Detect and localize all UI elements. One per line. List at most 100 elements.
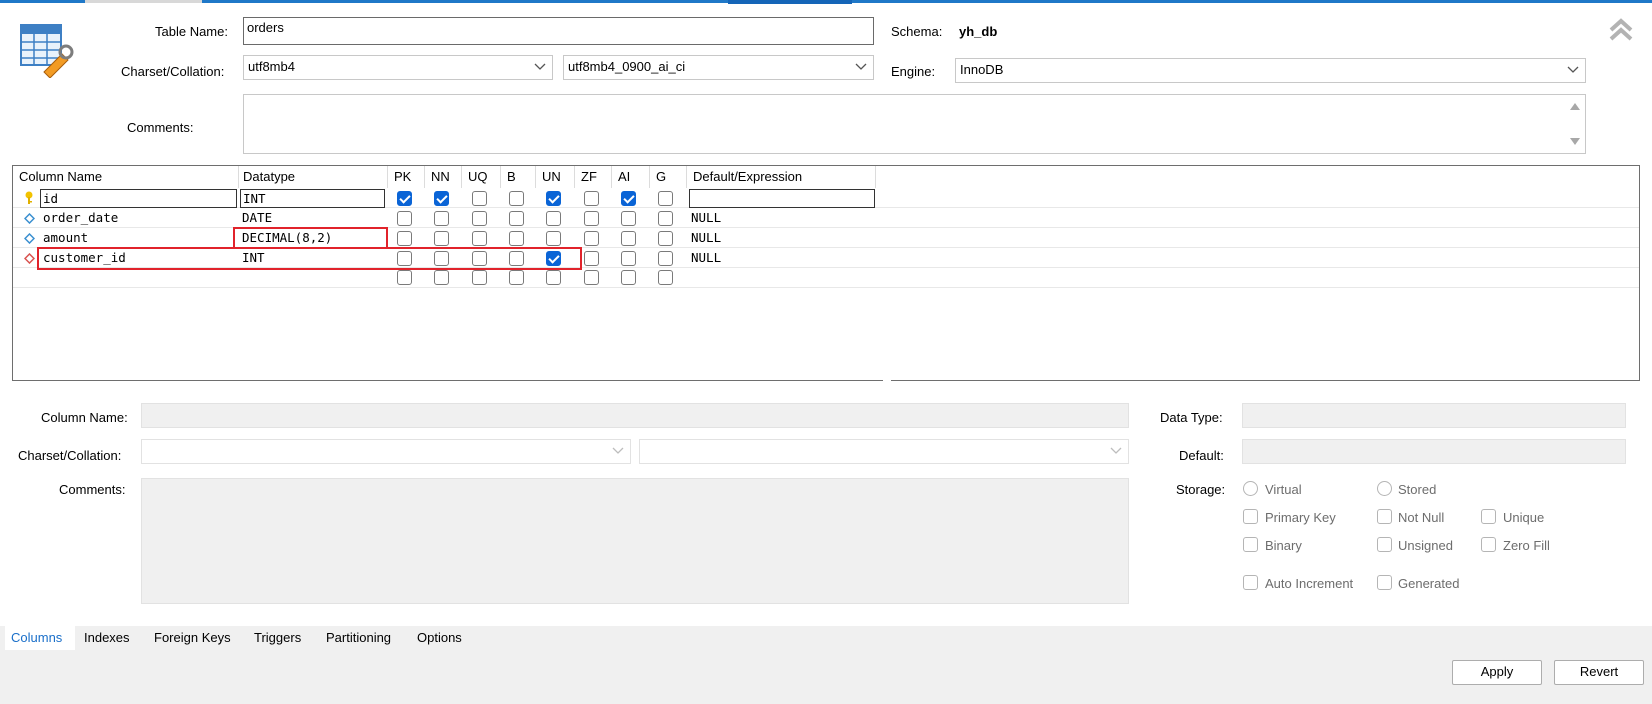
header-pk[interactable]: PK: [394, 169, 411, 184]
pk-checkbox[interactable]: [397, 191, 412, 206]
b-checkbox[interactable]: [509, 231, 524, 246]
b-checkbox[interactable]: [509, 191, 524, 206]
header-separator: [461, 166, 462, 188]
uq-checkbox[interactable]: [472, 191, 487, 206]
zf-checkbox[interactable]: [584, 251, 599, 266]
stored-radio[interactable]: [1377, 481, 1392, 496]
tab-partitioning[interactable]: Partitioning: [326, 630, 391, 645]
collapse-chevron-icon[interactable]: [1607, 16, 1635, 44]
g-checkbox[interactable]: [658, 211, 673, 226]
binary-label: Binary: [1265, 538, 1302, 553]
ai-checkbox[interactable]: [621, 251, 636, 266]
default-cell[interactable]: NULL: [691, 210, 721, 225]
virtual-radio[interactable]: [1243, 481, 1258, 496]
g-checkbox[interactable]: [658, 251, 673, 266]
nn-checkbox[interactable]: [434, 191, 449, 206]
primary-key-label: Primary Key: [1265, 510, 1336, 525]
pk-checkbox[interactable]: [397, 231, 412, 246]
table-name-input[interactable]: orders: [243, 17, 874, 45]
table-row[interactable]: id INT: [13, 188, 1639, 208]
binary-checkbox[interactable]: [1243, 537, 1258, 552]
zero-fill-checkbox[interactable]: [1481, 537, 1496, 552]
unsigned-checkbox[interactable]: [1377, 537, 1392, 552]
tab-foreign-keys[interactable]: Foreign Keys: [154, 630, 231, 645]
nn-checkbox[interactable]: [434, 270, 449, 285]
unique-checkbox[interactable]: [1481, 509, 1496, 524]
revert-button[interactable]: Revert: [1554, 660, 1644, 685]
zf-checkbox[interactable]: [584, 270, 599, 285]
detail-default-input[interactable]: [1242, 439, 1626, 464]
datatype-input[interactable]: INT: [240, 189, 385, 208]
ai-checkbox[interactable]: [621, 231, 636, 246]
ai-checkbox[interactable]: [621, 211, 636, 226]
splitter-handle[interactable]: [883, 377, 891, 382]
header-separator: [535, 166, 536, 188]
tab-indexes[interactable]: Indexes: [84, 630, 130, 645]
primary-key-checkbox[interactable]: [1243, 509, 1258, 524]
table-row-new[interactable]: [13, 268, 1639, 288]
default-cell[interactable]: NULL: [691, 250, 721, 265]
header-b[interactable]: B: [507, 169, 516, 184]
zf-checkbox[interactable]: [584, 211, 599, 226]
default-input[interactable]: [689, 189, 875, 208]
uq-checkbox[interactable]: [472, 231, 487, 246]
virtual-label: Virtual: [1265, 482, 1302, 497]
un-checkbox[interactable]: [546, 270, 561, 285]
engine-select[interactable]: InnoDB: [955, 58, 1586, 83]
nn-checkbox[interactable]: [434, 231, 449, 246]
table-comments-textarea[interactable]: [243, 94, 1586, 154]
generated-checkbox[interactable]: [1377, 575, 1392, 590]
apply-button[interactable]: Apply: [1452, 660, 1542, 685]
header-nn[interactable]: NN: [431, 169, 450, 184]
tab-options[interactable]: Options: [417, 630, 462, 645]
header-datatype[interactable]: Datatype: [243, 169, 295, 184]
tab-triggers[interactable]: Triggers: [254, 630, 301, 645]
pk-checkbox[interactable]: [397, 270, 412, 285]
detail-charset-select[interactable]: [141, 439, 631, 464]
auto-increment-checkbox[interactable]: [1243, 575, 1258, 590]
un-checkbox[interactable]: [546, 231, 561, 246]
header-ai[interactable]: AI: [618, 169, 630, 184]
b-checkbox[interactable]: [509, 270, 524, 285]
table-row[interactable]: order_date DATE NULL: [13, 208, 1639, 228]
header-column-name[interactable]: Column Name: [19, 169, 102, 184]
header-g[interactable]: G: [656, 169, 666, 184]
detail-data-type-input[interactable]: [1242, 403, 1626, 428]
zf-checkbox[interactable]: [584, 191, 599, 206]
g-checkbox[interactable]: [658, 270, 673, 285]
pk-checkbox[interactable]: [397, 211, 412, 226]
g-checkbox[interactable]: [658, 191, 673, 206]
column-name-cell[interactable]: amount: [43, 230, 88, 245]
detail-comments-textarea[interactable]: [141, 478, 1129, 604]
b-checkbox[interactable]: [509, 211, 524, 226]
nn-checkbox[interactable]: [434, 211, 449, 226]
zf-checkbox[interactable]: [584, 231, 599, 246]
uq-checkbox[interactable]: [472, 270, 487, 285]
uq-checkbox[interactable]: [472, 211, 487, 226]
default-cell[interactable]: NULL: [691, 230, 721, 245]
scroll-down-icon[interactable]: [1569, 137, 1581, 147]
column-name-input[interactable]: id: [40, 189, 237, 208]
header-un[interactable]: UN: [542, 169, 561, 184]
ai-checkbox[interactable]: [621, 270, 636, 285]
un-checkbox[interactable]: [546, 211, 561, 226]
detail-collation-select[interactable]: [639, 439, 1129, 464]
charset-select[interactable]: utf8mb4: [243, 55, 553, 80]
header-uq[interactable]: UQ: [468, 169, 488, 184]
header-zf[interactable]: ZF: [581, 169, 597, 184]
g-checkbox[interactable]: [658, 231, 673, 246]
not-null-checkbox[interactable]: [1377, 509, 1392, 524]
tab-columns[interactable]: Columns: [11, 630, 62, 645]
scroll-up-icon[interactable]: [1569, 101, 1581, 111]
detail-column-name-input[interactable]: [141, 403, 1129, 428]
datatype-cell[interactable]: DATE: [242, 210, 272, 225]
ai-checkbox[interactable]: [621, 191, 636, 206]
collation-select[interactable]: utf8mb4_0900_ai_ci: [563, 55, 874, 80]
header-default-expression[interactable]: Default/Expression: [693, 169, 802, 184]
highlight-amount-datatype: [233, 227, 388, 249]
header-separator: [686, 166, 687, 188]
header-separator: [500, 166, 501, 188]
column-name-cell[interactable]: order_date: [43, 210, 118, 225]
un-checkbox[interactable]: [546, 191, 561, 206]
columns-grid[interactable]: Column Name Datatype PK NN UQ B UN ZF AI…: [12, 165, 1640, 381]
